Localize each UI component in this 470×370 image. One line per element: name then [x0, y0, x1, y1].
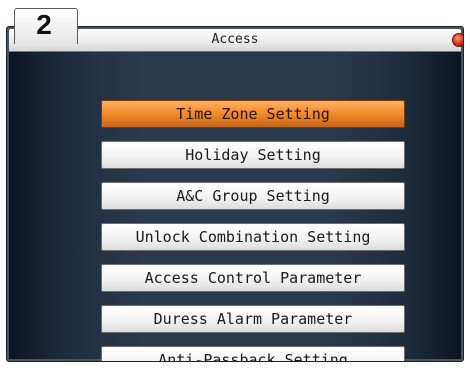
access-menu: Time Zone Setting Holiday Setting A&C Gr…	[101, 100, 405, 361]
menu-item-time-zone-setting[interactable]: Time Zone Setting	[101, 100, 405, 128]
access-window: Access Time Zone Setting Holiday Setting…	[6, 26, 464, 362]
menu-panel: Time Zone Setting Holiday Setting A&C Gr…	[9, 52, 461, 361]
menu-item-unlock-combination-setting[interactable]: Unlock Combination Setting	[101, 223, 405, 251]
step-number-badge: 2	[14, 8, 78, 44]
menu-item-ac-group-setting[interactable]: A&C Group Setting	[101, 182, 405, 210]
menu-item-access-control-parameter[interactable]: Access Control Parameter	[101, 264, 405, 292]
menu-item-anti-passback-setting[interactable]: Anti-Passback Setting	[101, 346, 405, 361]
close-icon[interactable]	[452, 33, 463, 47]
menu-item-holiday-setting[interactable]: Holiday Setting	[101, 141, 405, 169]
step-number: 2	[36, 9, 52, 40]
menu-item-duress-alarm-parameter[interactable]: Duress Alarm Parameter	[101, 305, 405, 333]
